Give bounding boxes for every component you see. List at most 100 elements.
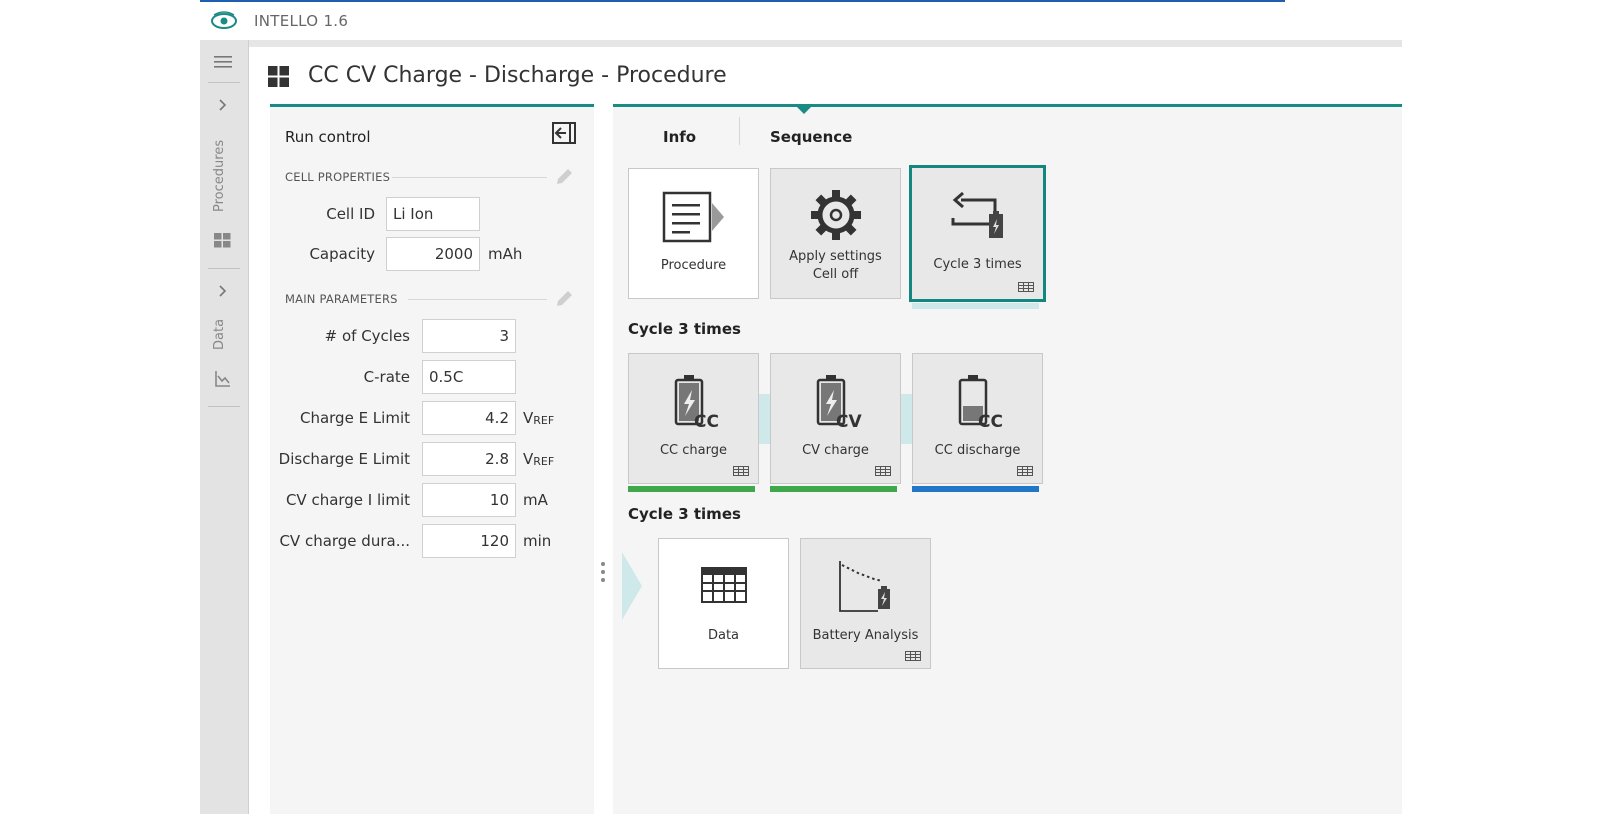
cv-charge-duration-input[interactable]: 120: [422, 524, 516, 558]
cycle-tile[interactable]: Cycle 3 times: [909, 165, 1046, 302]
cv-charge-i-limit-input[interactable]: 10: [422, 483, 516, 517]
chevron-right-icon[interactable]: [218, 284, 228, 298]
cycles-label: # of Cycles: [324, 327, 410, 345]
capacity-label: Capacity: [309, 245, 375, 263]
chevron-right-icon[interactable]: [218, 98, 228, 112]
capacity-input[interactable]: 2000: [386, 237, 480, 271]
cc-charge-tile[interactable]: CC CC charge: [628, 353, 759, 484]
tile-label: Battery Analysis: [812, 628, 919, 643]
splitter-dot: [601, 570, 605, 574]
battery-analysis-icon: [838, 561, 890, 612]
hamburger-icon[interactable]: [214, 55, 234, 69]
chart-icon[interactable]: [214, 370, 232, 388]
tile-label: Procedure: [660, 258, 727, 273]
sequence-panel: Info Sequence Procedure Apply settings C…: [613, 104, 1402, 814]
svg-text:CV: CV: [836, 412, 862, 430]
grid-badge-icon: [1018, 282, 1034, 292]
data-table-icon: [700, 567, 747, 603]
procedure-doc-icon: [662, 191, 724, 243]
page-title: CC CV Charge - Discharge - Procedure: [308, 63, 727, 88]
cc-discharge-tile[interactable]: CC CC discharge: [912, 353, 1043, 484]
sequence-arrow-icon: [622, 552, 642, 620]
c-rate-label: C-rate: [363, 368, 410, 386]
run-control-title: Run control: [285, 128, 371, 146]
cv-charge-tile[interactable]: CV CV charge: [770, 353, 901, 484]
tab-sequence[interactable]: Sequence: [770, 128, 852, 146]
discharge-e-limit-label: Discharge E Limit: [278, 450, 410, 468]
cycles-input[interactable]: 3: [422, 319, 516, 353]
tile-label: Apply settings: [789, 249, 882, 264]
step-status-bar: [912, 486, 1039, 492]
tile-label: Cycle 3 times: [933, 257, 1022, 272]
grid-icon: [268, 66, 289, 87]
unit-main: V: [523, 450, 534, 468]
pencil-icon[interactable]: [554, 289, 574, 309]
charge-e-limit-unit: VREF: [523, 409, 554, 427]
grid-badge-icon: [1017, 466, 1033, 476]
title-bar-divider: [248, 40, 1402, 47]
battery-cv-charge-icon: CV: [816, 375, 862, 430]
capacity-unit: mAh: [488, 245, 523, 263]
active-tab-pointer: [794, 104, 814, 114]
group-title: Cycle 3 times: [628, 320, 741, 338]
collapse-panel-icon[interactable]: [552, 122, 576, 144]
discharge-e-limit-input[interactable]: 2.8: [422, 442, 516, 476]
run-control-panel: Run control CELL PROPERTIES Cell ID Li I…: [270, 104, 594, 814]
data-tile[interactable]: Data: [658, 538, 789, 669]
panel-splitter[interactable]: [601, 562, 605, 586]
cv-charge-duration-unit: min: [523, 532, 552, 550]
group-title: Cycle 3 times: [628, 505, 741, 523]
tile-label: CV charge: [802, 443, 869, 458]
pencil-icon[interactable]: [554, 167, 574, 187]
unit-sub: REF: [533, 455, 555, 468]
splitter-dot: [601, 578, 605, 582]
cell-id-label: Cell ID: [326, 205, 375, 223]
gear-icon: [810, 190, 861, 240]
step-status-bar: [628, 486, 755, 492]
main-parameters-heading: MAIN PARAMETERS: [285, 292, 398, 306]
cell-id-input[interactable]: Li Ion: [386, 197, 480, 231]
grid-badge-icon: [875, 466, 891, 476]
battery-cc-charge-icon: CC: [674, 375, 719, 430]
rail-tab-data[interactable]: Data: [212, 319, 227, 350]
cv-charge-duration-label: CV charge dura...: [279, 532, 410, 550]
svg-text:CC: CC: [978, 412, 1003, 430]
grid-badge-icon: [905, 651, 921, 661]
cycle-battery-icon: [951, 192, 1003, 238]
step-status-bar: [770, 486, 897, 492]
battery-analysis-tile[interactable]: Battery Analysis: [800, 538, 931, 669]
selection-bar: [912, 303, 1039, 309]
tile-label: Data: [707, 628, 740, 643]
splitter-dot: [601, 562, 605, 566]
c-rate-input[interactable]: 0.5C: [422, 360, 516, 394]
left-rail: Procedures Data: [200, 40, 249, 814]
app-title: INTELLO 1.6: [254, 12, 349, 30]
section-divider: [392, 177, 547, 178]
app-window: INTELLO 1.6 Procedures Data CC CV Charge…: [200, 0, 1402, 814]
grid-icon[interactable]: [214, 233, 232, 249]
tile-label-line2: Cell off: [812, 267, 859, 282]
grid-badge-icon: [733, 466, 749, 476]
cell-properties-heading: CELL PROPERTIES: [285, 170, 391, 184]
discharge-e-limit-unit: VREF: [523, 450, 554, 468]
section-divider: [408, 299, 547, 300]
battery-cc-discharge-icon: CC: [958, 375, 1003, 430]
tab-info[interactable]: Info: [663, 128, 696, 146]
eye-logo-icon: [211, 11, 237, 29]
rail-divider: [208, 406, 240, 407]
procedure-tile[interactable]: Procedure: [628, 168, 759, 299]
title-bar: INTELLO 1.6: [200, 2, 1402, 40]
cv-charge-i-limit-label: CV charge I limit: [285, 491, 410, 509]
tile-label: CC discharge: [934, 443, 1021, 458]
rail-divider: [208, 82, 240, 83]
tile-label: CC charge: [659, 443, 727, 458]
svg-text:CC: CC: [694, 412, 719, 430]
rail-divider: [208, 268, 240, 269]
apply-settings-tile[interactable]: Apply settings Cell off: [770, 168, 901, 299]
tab-divider: [739, 117, 740, 145]
cv-charge-i-limit-unit: mA: [523, 491, 548, 509]
rail-tab-procedures[interactable]: Procedures: [212, 140, 227, 212]
charge-e-limit-label: Charge E Limit: [299, 409, 410, 427]
charge-e-limit-input[interactable]: 4.2: [422, 401, 516, 435]
unit-sub: REF: [533, 414, 555, 427]
